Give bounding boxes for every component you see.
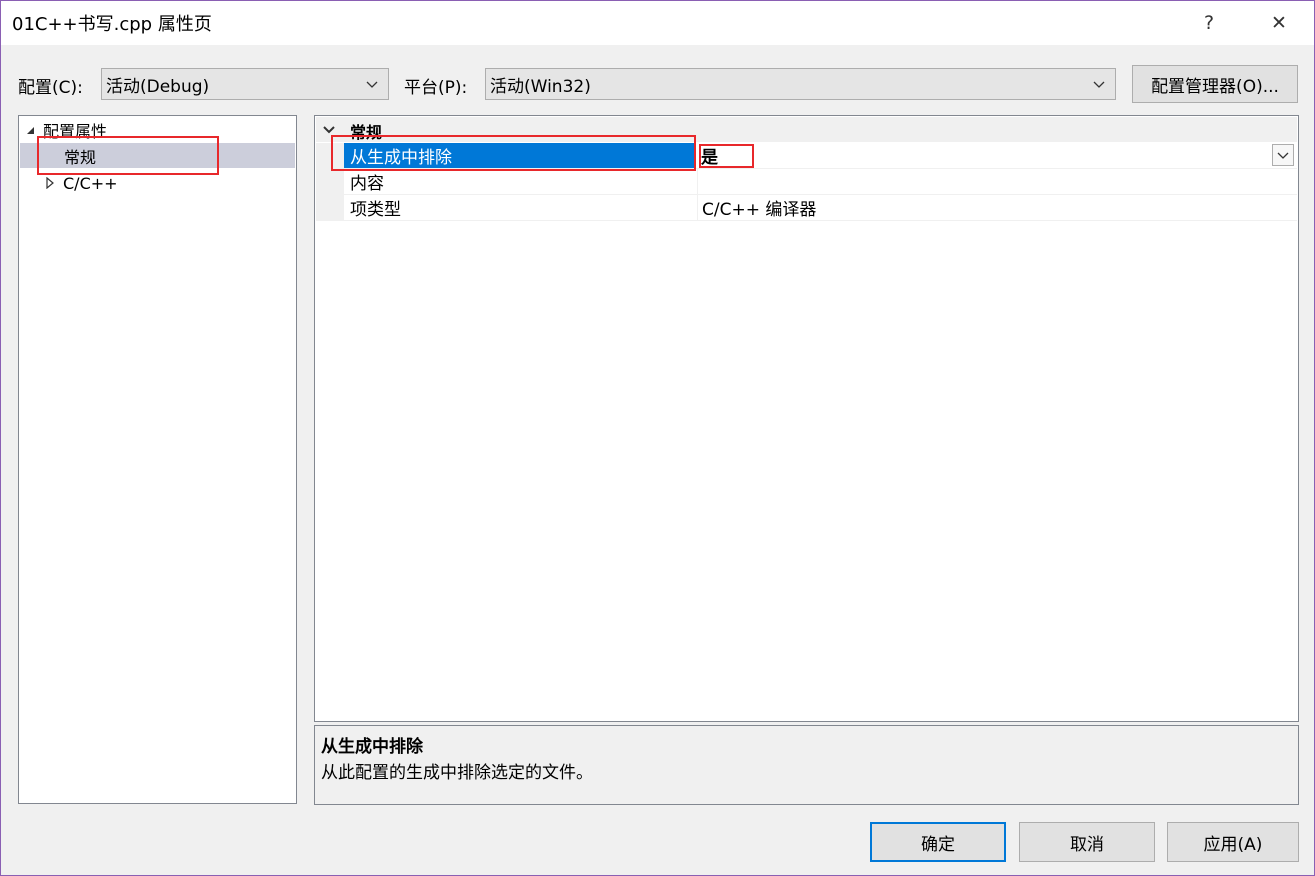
window-title: 01C++书写.cpp 属性页 [12, 14, 212, 35]
description-title: 从生成中排除 [321, 737, 423, 757]
config-label: 配置(C): [18, 78, 83, 98]
property-name: 项类型 [350, 200, 401, 220]
property-tree: 配置属性 常规 C/C++ [18, 115, 297, 804]
help-icon: ? [1203, 12, 1215, 34]
tree-item-label: 常规 [64, 147, 97, 167]
description-panel: 从生成中排除 从此配置的生成中排除选定的文件。 [314, 725, 1299, 805]
row-gutter [316, 195, 344, 220]
grid-row-content[interactable]: 内容 [316, 169, 1297, 195]
config-manager-button[interactable]: 配置管理器(O)... [1132, 65, 1298, 103]
tree-item-general[interactable]: 常规 [20, 143, 295, 168]
property-value[interactable]: 是 [697, 143, 1297, 168]
apply-button[interactable]: 应用(A) [1167, 822, 1299, 862]
platform-label: 平台(P): [404, 78, 468, 98]
grid-category-header[interactable]: 常规 [316, 117, 1297, 142]
help-button[interactable]: ? [1186, 1, 1232, 45]
config-select-value: 活动(Debug) [106, 76, 210, 97]
property-value[interactable] [697, 169, 1297, 194]
tree-root-label: 配置属性 [43, 122, 108, 141]
chevron-down-icon [366, 81, 378, 88]
cancel-button[interactable]: 取消 [1019, 822, 1155, 862]
grid-row-exclude[interactable]: 从生成中排除 是 [316, 143, 1297, 169]
property-name: 从生成中排除 [344, 143, 696, 168]
grid-category-label: 常规 [350, 123, 383, 142]
chevron-down-icon [1093, 81, 1105, 88]
platform-select-value: 活动(Win32) [490, 76, 591, 97]
triangle-down-icon[interactable] [25, 125, 35, 135]
ok-button[interactable]: 确定 [870, 822, 1006, 862]
property-value[interactable]: C/C++ 编译器 [697, 195, 1297, 220]
row-gutter [316, 143, 344, 168]
chevron-down-icon[interactable] [322, 123, 336, 137]
grid-row-item-type[interactable]: 项类型 C/C++ 编译器 [316, 195, 1297, 221]
close-icon: ✕ [1271, 12, 1287, 34]
tree-root[interactable]: 配置属性 [25, 117, 107, 143]
platform-select[interactable]: 活动(Win32) [485, 68, 1116, 100]
description-text: 从此配置的生成中排除选定的文件。 [321, 763, 593, 783]
tree-item-label: C/C++ [63, 173, 118, 193]
property-dropdown-button[interactable] [1272, 144, 1294, 166]
chevron-down-icon [1277, 152, 1289, 159]
triangle-right-icon[interactable] [45, 177, 55, 189]
property-name: 内容 [350, 174, 384, 194]
row-gutter [316, 169, 344, 194]
config-select[interactable]: 活动(Debug) [101, 68, 389, 100]
tree-item-cpp[interactable]: C/C++ [45, 170, 118, 196]
close-button[interactable]: ✕ [1256, 1, 1302, 45]
